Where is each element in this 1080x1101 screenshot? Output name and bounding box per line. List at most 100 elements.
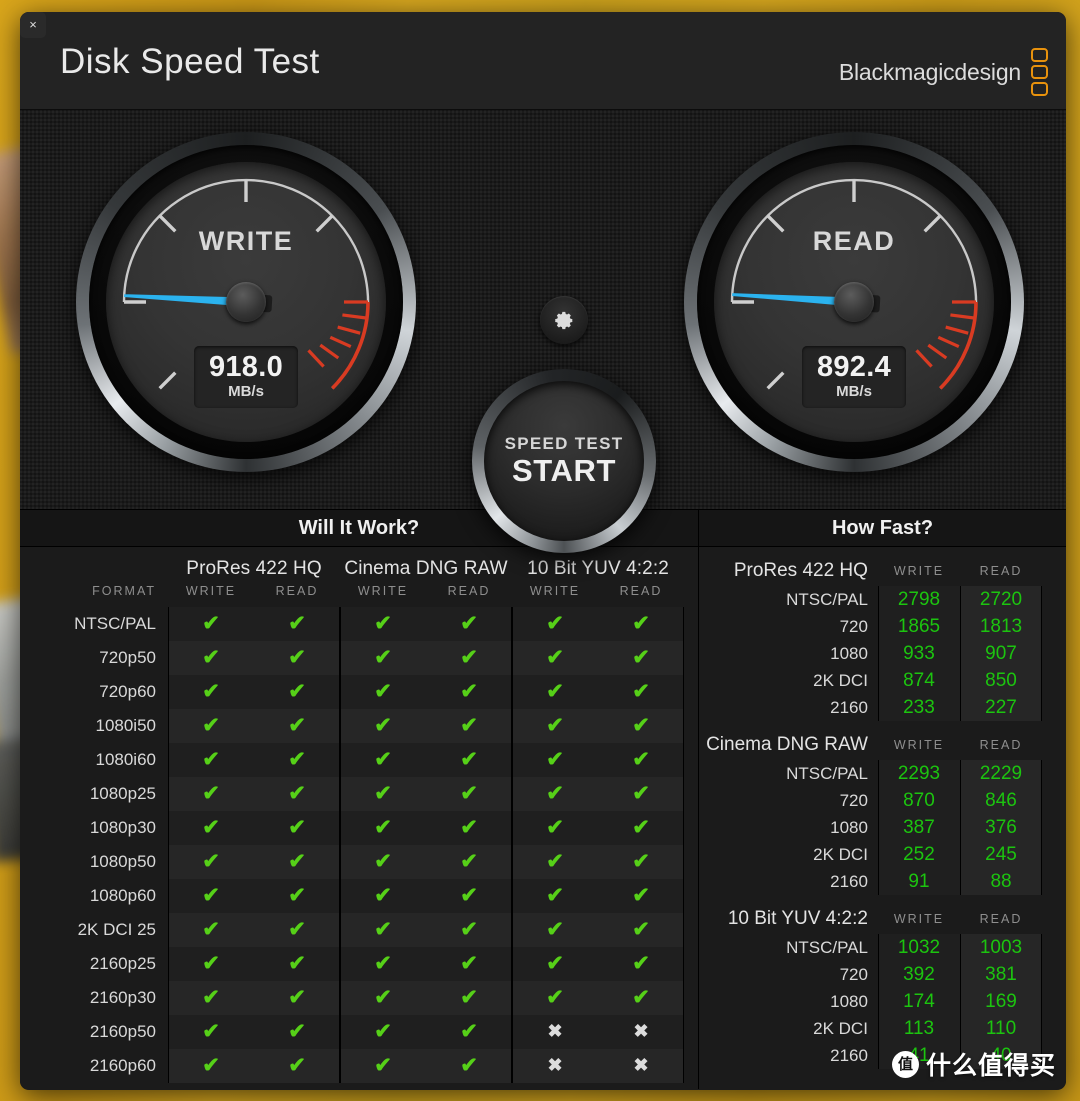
check-icon: ✔ [202,884,220,907]
status-check-cell: ✔ [512,777,599,811]
check-icon: ✔ [460,1054,478,1077]
status-check-cell: ✔ [340,845,427,879]
read-value-cell: 850 [959,667,1043,694]
format-label: 720p50 [99,648,156,667]
status-check-cell: ✔ [426,1049,513,1083]
check-icon: ✔ [202,782,220,805]
check-icon: ✔ [632,612,650,635]
check-icon: ✔ [288,714,306,737]
check-icon: ✔ [546,850,564,873]
page-title: Disk Speed Test [60,42,320,81]
status-check-cell: ✔ [426,1015,513,1049]
check-icon: ✔ [546,748,564,771]
check-icon: ✔ [546,986,564,1009]
will-it-work-pane: Will It Work? FORMAT ProRes 422 HQ Cinem… [20,510,699,1089]
format-label: 1080i50 [95,716,156,735]
table-row: NTSC/PAL 2293 2229 [699,760,1066,787]
status-check-cell: ✔ [598,811,685,845]
how-fast-group-header: Cinema DNG RAW WRITE READ [699,721,1066,760]
status-check-cell: ✔ [254,709,341,743]
table-row: 720p60 ✔ ✔ ✔ ✔ ✔ ✔ [20,675,698,709]
check-icon: ✔ [632,884,650,907]
check-icon: ✔ [460,1020,478,1043]
table-row: 2K DCI 113 110 [699,1015,1066,1042]
group-name: ProRes 422 HQ [733,560,868,581]
check-icon: ✔ [546,816,564,839]
sub-header-write: WRITE [185,584,237,598]
status-check-cell: ✔ [598,607,685,641]
speed-test-start-button[interactable]: SPEED TEST START [472,369,656,553]
check-icon: ✔ [460,884,478,907]
format-label: 1080p60 [89,886,156,905]
sub-header-read: READ [979,564,1023,578]
table-row: NTSC/PAL 2798 2720 [699,586,1066,613]
status-cross-cell: ✖ [598,1049,685,1083]
status-check-cell: ✔ [254,607,341,641]
write-value-cell: 233 [877,694,960,721]
check-icon: ✔ [374,680,392,703]
table-row: 2160p30 ✔ ✔ ✔ ✔ ✔ ✔ [20,981,698,1015]
status-check-cell: ✔ [598,743,685,777]
status-check-cell: ✔ [340,913,427,947]
group-name: 10 Bit YUV 4:2:2 [727,908,868,929]
check-icon: ✔ [374,952,392,975]
check-icon: ✔ [632,918,650,941]
table-row: 2160p50 ✔ ✔ ✔ ✔ ✖ ✖ [20,1015,698,1049]
how-fast-table: ProRes 422 HQ WRITE READ NTSC/PAL 2798 2720 72… [699,547,1066,1069]
status-check-cell: ✔ [254,879,341,913]
settings-button[interactable] [540,296,588,344]
status-check-cell: ✔ [512,879,599,913]
check-icon: ✔ [288,646,306,669]
check-icon: ✔ [374,1020,392,1043]
format-label: 2K DCI 25 [77,920,156,939]
status-check-cell: ✔ [254,1015,341,1049]
check-icon: ✔ [546,680,564,703]
table-row: 1080 933 907 [699,640,1066,667]
check-icon: ✔ [374,816,392,839]
group-header-prores: ProRes 422 HQ [186,558,322,579]
close-button[interactable]: × [20,12,46,38]
check-icon: ✔ [460,816,478,839]
resolution-label: 1080 [830,991,868,1011]
status-check-cell: ✔ [340,879,427,913]
status-check-cell: ✔ [340,607,427,641]
check-icon: ✔ [460,918,478,941]
blackmagic-logo-icon [1031,48,1048,96]
will-it-work-header: FORMAT ProRes 422 HQ Cinema DNG RAW 10 B… [20,547,698,607]
check-icon: ✔ [288,748,306,771]
check-icon: ✔ [460,986,478,1009]
table-row: 1080p50 ✔ ✔ ✔ ✔ ✔ ✔ [20,845,698,879]
status-check-cell: ✔ [512,913,599,947]
read-value-cell: 846 [959,787,1043,814]
status-check-cell: ✔ [168,1049,254,1083]
status-check-cell: ✔ [168,845,254,879]
check-icon: ✔ [288,782,306,805]
check-icon: ✔ [546,612,564,635]
write-value-cell: 1032 [877,934,960,961]
status-check-cell: ✔ [168,811,254,845]
app-window: × Disk Speed Test Blackmagicdesign WRITE… [20,12,1066,1090]
read-gauge-label: READ [812,226,896,256]
will-it-work-table: FORMAT ProRes 422 HQ Cinema DNG RAW 10 B… [20,547,698,1083]
resolution-label: 1080 [830,817,868,837]
status-check-cell: ✔ [426,743,513,777]
how-fast-pane: How Fast? ProRes 422 HQ WRITE READ NTSC/PAL… [699,510,1066,1089]
status-check-cell: ✔ [426,641,513,675]
check-icon: ✔ [374,884,392,907]
how-fast-body: ProRes 422 HQ WRITE READ NTSC/PAL 2798 2720 72… [699,547,1066,1069]
check-icon: ✔ [202,850,220,873]
check-icon: ✔ [288,952,306,975]
status-check-cell: ✔ [340,777,427,811]
check-icon: ✔ [460,714,478,737]
table-row: 2160 91 88 [699,868,1066,895]
read-value-cell: 1003 [959,934,1043,961]
sub-header-write: WRITE [893,564,945,578]
write-gauge-label: WRITE [198,226,294,256]
table-row: 1080i50 ✔ ✔ ✔ ✔ ✔ ✔ [20,709,698,743]
resolution-label: 720 [839,616,868,636]
how-fast-group-header: ProRes 422 HQ WRITE READ [699,547,1066,586]
table-row: 720 1865 1813 [699,613,1066,640]
status-cross-cell: ✖ [598,1015,685,1049]
write-value: 918.0 [208,351,284,383]
check-icon: ✔ [632,714,650,737]
